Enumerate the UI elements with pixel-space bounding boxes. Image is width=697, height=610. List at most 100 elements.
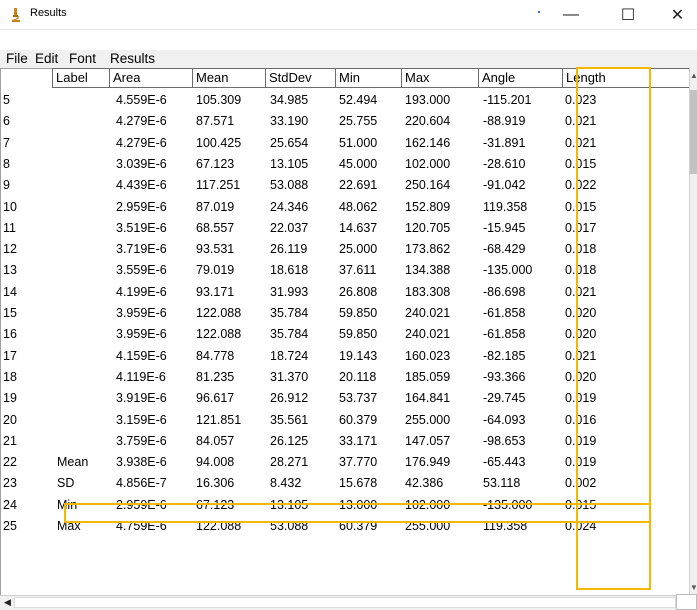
cell-length[interactable]: 0.017: [565, 218, 596, 239]
cell-max[interactable]: 102.000: [405, 154, 450, 175]
cell-mean[interactable]: 93.531: [196, 239, 234, 260]
cell-angle[interactable]: -65.443: [483, 452, 525, 473]
cell-area[interactable]: 4.759E-6: [116, 516, 167, 537]
cell-mean[interactable]: 87.571: [196, 111, 234, 132]
cell-max[interactable]: 255.000: [405, 410, 450, 431]
cell-stddev[interactable]: 8.432: [270, 473, 301, 494]
cell-mean[interactable]: 79.019: [196, 260, 234, 281]
cell-mean[interactable]: 87.019: [196, 197, 234, 218]
cell-max[interactable]: 185.059: [405, 367, 450, 388]
cell-length[interactable]: 0.019: [565, 388, 596, 409]
cell-mean[interactable]: 122.088: [196, 516, 241, 537]
cell-stddev[interactable]: 35.784: [270, 324, 308, 345]
cell-max[interactable]: 42.386: [405, 473, 443, 494]
menu-results[interactable]: Results: [110, 50, 155, 68]
cell-min[interactable]: 20.118: [339, 367, 376, 388]
cell-stddev[interactable]: 33.190: [270, 111, 308, 132]
cell-stddev[interactable]: 31.993: [270, 282, 308, 303]
menu-edit[interactable]: Edit: [35, 50, 58, 68]
cell-max[interactable]: 176.949: [405, 452, 450, 473]
cell-angle[interactable]: -115.201: [483, 90, 531, 111]
cell-max[interactable]: 160.023: [405, 346, 450, 367]
scroll-left-arrow-icon[interactable]: ◀: [4, 597, 11, 608]
cell-stddev[interactable]: 35.561: [270, 410, 308, 431]
cell-area[interactable]: 2.959E-6: [116, 197, 167, 218]
cell-label[interactable]: SD: [57, 473, 74, 494]
cell-min[interactable]: 59.850: [339, 303, 377, 324]
cell-angle[interactable]: 119.358: [483, 516, 527, 537]
cell-max[interactable]: 240.021: [405, 303, 450, 324]
cell-min[interactable]: 33.171: [339, 431, 377, 452]
cell-max[interactable]: 134.388: [405, 260, 450, 281]
vertical-scroll-thumb[interactable]: [690, 90, 697, 174]
cell-area[interactable]: 4.856E-7: [116, 473, 167, 494]
cell-angle[interactable]: -93.366: [483, 367, 525, 388]
cell-area[interactable]: 3.938E-6: [116, 452, 167, 473]
cell-label[interactable]: Max: [57, 516, 81, 537]
cell-max[interactable]: 250.164: [405, 175, 450, 196]
maximize-button[interactable]: ☐: [605, 0, 651, 30]
cell-area[interactable]: 4.199E-6: [116, 282, 167, 303]
cell-length[interactable]: 0.020: [565, 324, 596, 345]
column-header-label[interactable]: Label: [52, 68, 110, 88]
cell-mean[interactable]: 105.309: [196, 90, 241, 111]
cell-angle[interactable]: -61.858: [483, 303, 525, 324]
cell-max[interactable]: 183.308: [405, 282, 450, 303]
cell-stddev[interactable]: 18.618: [270, 260, 308, 281]
cell-max[interactable]: 102.000: [405, 495, 450, 516]
cell-stddev[interactable]: 28.271: [270, 452, 308, 473]
cell-length[interactable]: 0.016: [565, 410, 596, 431]
cell-angle[interactable]: -86.698: [483, 282, 525, 303]
cell-mean[interactable]: 93.171: [196, 282, 234, 303]
cell-area[interactable]: 4.119E-6: [116, 367, 166, 388]
cell-length[interactable]: 0.021: [565, 111, 596, 132]
cell-mean[interactable]: 84.778: [196, 346, 234, 367]
cell-angle[interactable]: -82.185: [483, 346, 525, 367]
cell-label[interactable]: Min: [57, 495, 77, 516]
scroll-down-arrow-icon[interactable]: ▼: [690, 583, 697, 592]
cell-length[interactable]: 0.002: [565, 473, 596, 494]
cell-length[interactable]: 0.015: [565, 154, 596, 175]
cell-length[interactable]: 0.019: [565, 431, 596, 452]
cell-stddev[interactable]: 31.370: [270, 367, 308, 388]
cell-angle[interactable]: -61.858: [483, 324, 525, 345]
cell-mean[interactable]: 96.617: [196, 388, 234, 409]
cell-mean[interactable]: 81.235: [196, 367, 234, 388]
cell-angle[interactable]: 119.358: [483, 197, 527, 218]
cell-min[interactable]: 60.379: [339, 516, 377, 537]
cell-min[interactable]: 45.000: [339, 154, 377, 175]
column-header-angle[interactable]: Angle: [479, 68, 563, 88]
column-header-stddev[interactable]: StdDev: [266, 68, 336, 88]
cell-length[interactable]: 0.018: [565, 260, 596, 281]
cell-length[interactable]: 0.021: [565, 282, 596, 303]
column-header-min[interactable]: Min: [336, 68, 402, 88]
cell-mean[interactable]: 122.088: [196, 303, 241, 324]
cell-mean[interactable]: 94.008: [196, 452, 234, 473]
cell-area[interactable]: 3.519E-6: [116, 218, 167, 239]
cell-min[interactable]: 59.850: [339, 324, 377, 345]
column-header-length[interactable]: Length: [563, 68, 691, 88]
cell-angle[interactable]: -29.745: [483, 388, 525, 409]
cell-min[interactable]: 22.691: [339, 175, 377, 196]
cell-stddev[interactable]: 24.346: [270, 197, 308, 218]
cell-area[interactable]: 2.959E-6: [116, 495, 167, 516]
cell-area[interactable]: 3.039E-6: [116, 154, 167, 175]
cell-min[interactable]: 51.000: [339, 133, 377, 154]
cell-min[interactable]: 19.143: [339, 346, 377, 367]
cell-stddev[interactable]: 53.088: [270, 516, 308, 537]
cell-angle[interactable]: -15.945: [483, 218, 525, 239]
cell-max[interactable]: 220.604: [405, 111, 450, 132]
cell-mean[interactable]: 84.057: [196, 431, 234, 452]
cell-length[interactable]: 0.020: [565, 367, 596, 388]
cell-mean[interactable]: 68.557: [196, 218, 234, 239]
cell-min[interactable]: 60.379: [339, 410, 377, 431]
cell-stddev[interactable]: 53.088: [270, 175, 308, 196]
cell-length[interactable]: 0.023: [565, 90, 596, 111]
cell-max[interactable]: 164.841: [405, 388, 450, 409]
cell-stddev[interactable]: 25.654: [270, 133, 308, 154]
cell-mean[interactable]: 16.306: [196, 473, 234, 494]
cell-min[interactable]: 48.062: [339, 197, 377, 218]
cell-angle[interactable]: -135.000: [483, 495, 532, 516]
cell-angle[interactable]: -88.919: [483, 111, 525, 132]
cell-area[interactable]: 3.159E-6: [116, 410, 167, 431]
